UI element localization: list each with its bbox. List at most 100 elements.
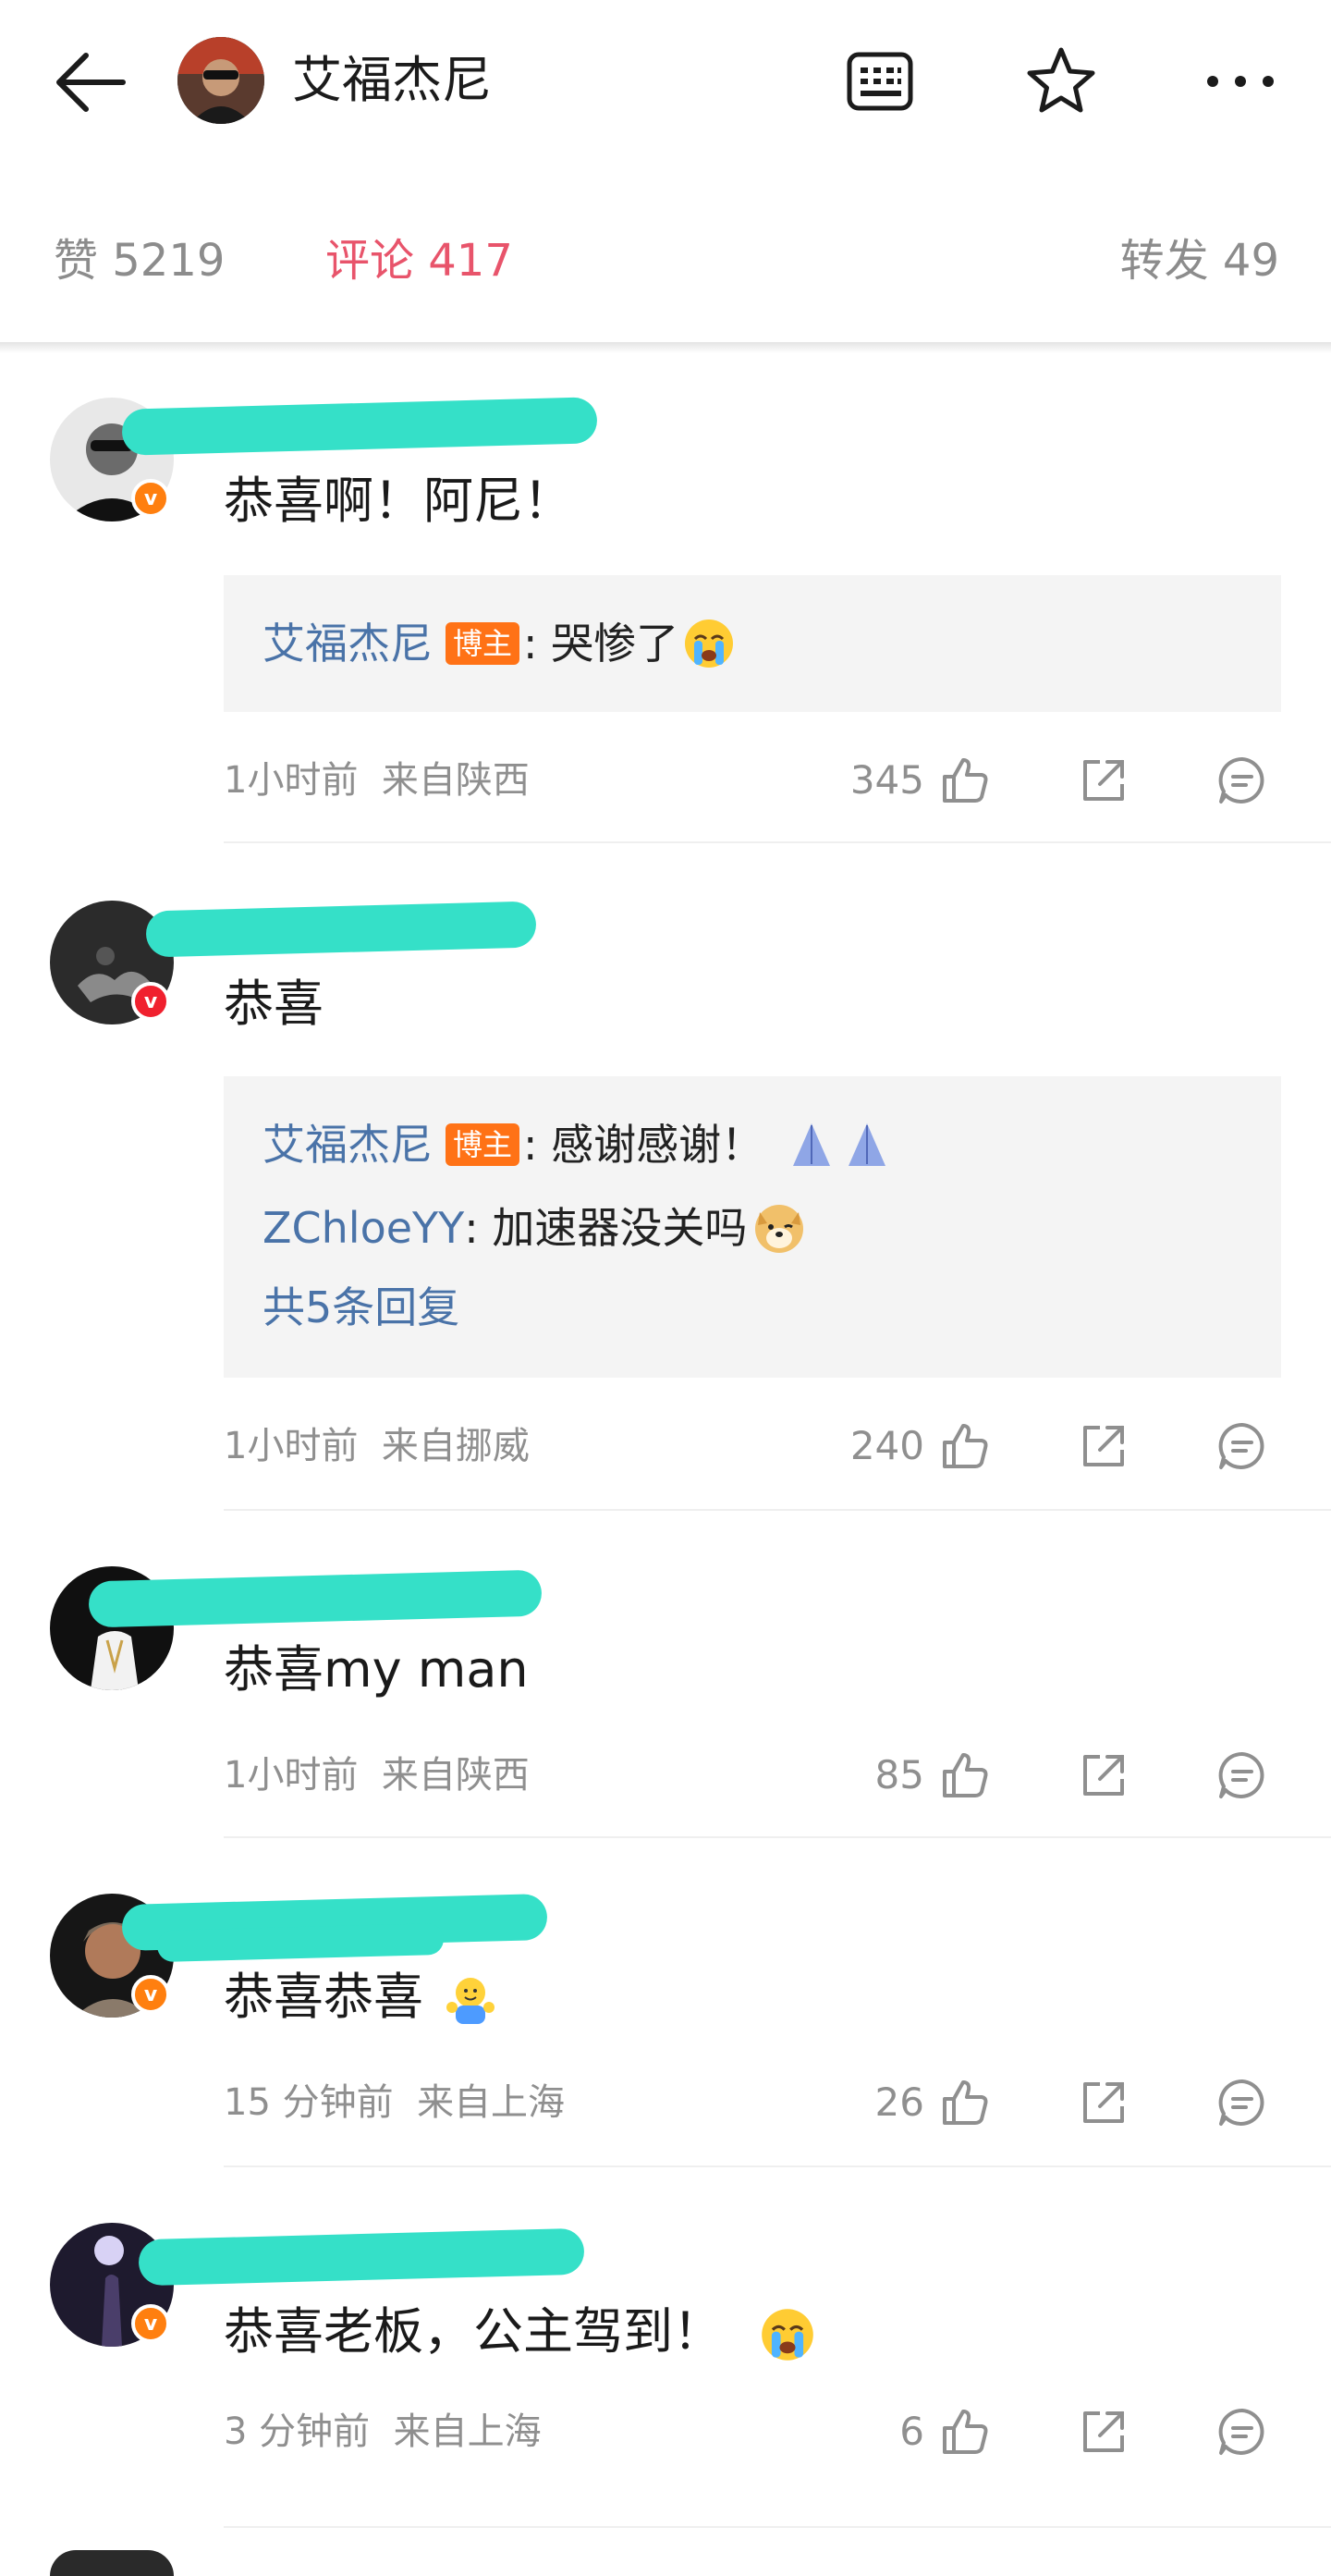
reply-button[interactable] [1213, 1417, 1272, 1476]
comment-time: 15 分钟前 [224, 2081, 394, 2124]
comment-icon [1218, 1751, 1264, 1798]
comment-divider [224, 2165, 1331, 2167]
blogger-tag: 博主 [446, 622, 520, 665]
comment-divider [224, 841, 1331, 843]
reply-text: : 哭惨了 [523, 619, 679, 669]
comment-text: 恭喜my man [224, 1640, 529, 1699]
comment-location: 来自陕西 [381, 759, 530, 802]
share-icon [1083, 760, 1124, 801]
thumbs-up-icon [943, 1424, 988, 1468]
thumbs-up-icon [943, 1753, 988, 1797]
redacted-username [121, 397, 598, 456]
comment-divider [224, 2526, 1331, 2528]
reply-author[interactable]: 艾福杰尼 [263, 614, 433, 673]
reply-button[interactable] [1213, 1746, 1272, 1805]
share-icon [1083, 2082, 1124, 2123]
tab-divider [0, 342, 1331, 353]
top-bar: 艾福杰尼 [0, 0, 1331, 159]
comment-meta: 15 分钟前 来自上海 [224, 2075, 565, 2130]
blogger-tag: 博主 [446, 1123, 520, 1166]
comment-time: 3 分钟前 [224, 2410, 371, 2453]
like-count: 345 [849, 757, 924, 803]
reply-button[interactable] [1213, 2073, 1272, 2132]
comment-text-content: 恭喜恭喜 [224, 1968, 423, 2026]
reply-preview[interactable]: 艾福杰尼 博主 : 哭惨了 [224, 575, 1281, 712]
crying-emoji-icon [762, 2309, 813, 2361]
comment-text: 恭喜恭喜 [224, 1964, 498, 2030]
thumbs-up-icon [943, 758, 988, 803]
share-button[interactable] [1074, 2402, 1133, 2461]
like-count: 85 [874, 1752, 924, 1797]
keyboard-button[interactable] [837, 39, 922, 124]
like-button[interactable] [935, 1417, 995, 1476]
comment-item: v 恭喜 艾福杰尼 博主 : 感谢感谢！ ZChloeYY : 加速器没关吗 共… [0, 873, 1331, 1511]
share-button[interactable] [1074, 2073, 1133, 2132]
verified-badge: v [131, 2304, 170, 2343]
comment-icon [1218, 2079, 1264, 2126]
tab-reposts[interactable]: 转发 49 [1120, 209, 1279, 313]
comment-meta: 1小时前 来自陕西 [224, 753, 530, 808]
thumbs-up-icon [943, 2410, 988, 2454]
share-button[interactable] [1074, 751, 1133, 810]
comment-text: 恭喜 [224, 975, 324, 1033]
comment-text: 恭喜啊！阿尼！ [224, 472, 573, 530]
hug-emoji-icon [446, 1978, 495, 2025]
comment-location: 来自上海 [417, 2081, 566, 2124]
reply-text: : 加速器没关吗 [464, 1203, 748, 1253]
more-icon [1207, 76, 1274, 87]
keyboard-icon [847, 52, 913, 111]
comment-time: 1小时前 [224, 759, 359, 802]
favorite-button[interactable] [1019, 39, 1104, 124]
redacted-username [145, 901, 537, 958]
tab-likes[interactable]: 赞 5219 [54, 209, 225, 313]
reply-preview[interactable]: 艾福杰尼 博主 : 感谢感谢！ ZChloeYY : 加速器没关吗 共5条回复 [224, 1076, 1281, 1378]
comment-icon [1218, 756, 1264, 803]
redacted-username [156, 1922, 445, 1963]
comment-text: 恭喜老板，公主驾到！ [224, 2299, 816, 2365]
blogger-avatar[interactable] [177, 37, 264, 124]
comment-item: v 恭喜啊！阿尼！ 艾福杰尼 博主 : 哭惨了 1小时前 来自陕西 345 [0, 370, 1331, 843]
share-icon [1083, 2411, 1124, 2452]
share-icon [1083, 1426, 1124, 1466]
reply-text: : 感谢感谢！ [523, 1120, 764, 1170]
verified-badge: v [131, 982, 170, 1021]
verified-badge: v [131, 479, 170, 518]
tab-comments[interactable]: 评论 417 [325, 209, 513, 313]
interaction-tabs: 赞 5219 评论 417 转发 49 [0, 209, 1331, 313]
comment-meta: 1小时前 来自陕西 [224, 1748, 530, 1803]
share-button[interactable] [1074, 1417, 1133, 1476]
reply-line: 艾福杰尼 博主 : 哭惨了 [263, 614, 736, 673]
comment-divider [224, 1836, 1331, 1838]
reply-author[interactable]: ZChloeYY [263, 1198, 464, 1257]
star-icon [1027, 47, 1095, 113]
back-button[interactable] [48, 41, 131, 124]
comment-meta: 1小时前 来自挪威 [224, 1418, 530, 1474]
comment-location: 来自挪威 [381, 1425, 530, 1467]
back-arrow-icon [56, 53, 126, 112]
redacted-username [138, 2227, 585, 2287]
comment-meta: 3 分钟前 来自上海 [224, 2404, 542, 2459]
comment-item: 恭喜my man 1小时前 来自陕西 85 [0, 1539, 1331, 1838]
doge-emoji-icon [755, 1205, 804, 1253]
like-button[interactable] [935, 751, 995, 810]
share-button[interactable] [1074, 1746, 1133, 1805]
like-button[interactable] [935, 2402, 995, 2461]
reply-line: ZChloeYY : 加速器没关吗 [263, 1198, 808, 1257]
reply-button[interactable] [1213, 751, 1272, 810]
comment-divider [224, 1509, 1331, 1511]
reply-button[interactable] [1213, 2402, 1272, 2461]
thumbs-up-icon [943, 2080, 988, 2125]
comment-icon [1218, 1422, 1264, 1469]
comment-text-content: 恭喜老板，公主驾到！ [224, 2302, 723, 2361]
more-button[interactable] [1198, 39, 1283, 124]
reply-line: 艾福杰尼 博主 : 感谢感谢！ [263, 1115, 898, 1174]
more-replies-link[interactable]: 共5条回复 [263, 1278, 459, 1337]
reply-author[interactable]: 艾福杰尼 [263, 1115, 433, 1174]
like-button[interactable] [935, 1746, 995, 1805]
verified-badge: v [131, 1975, 170, 2014]
avatar[interactable] [50, 2550, 174, 2576]
comment-icon [1218, 2408, 1264, 2455]
comment-time: 1小时前 [224, 1754, 359, 1797]
like-count: 6 [899, 2409, 924, 2454]
like-button[interactable] [935, 2073, 995, 2132]
